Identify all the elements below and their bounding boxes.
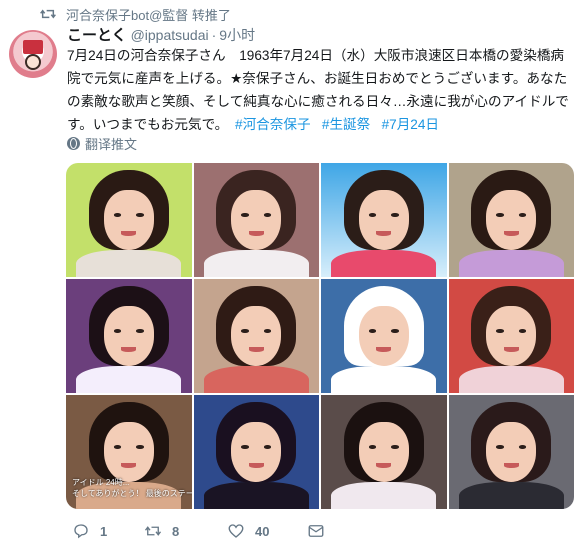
retweet-button[interactable]: 8 [144,518,179,544]
photo-tile[interactable] [448,279,574,393]
avatar-face [25,54,41,70]
reply-button[interactable]: 1 [72,518,107,544]
translate-tweet-link[interactable]: 翻译推文 [67,134,137,152]
retweet-icon [40,9,56,19]
photo-tile[interactable] [193,163,319,277]
direct-message-button[interactable] [307,518,335,544]
tweet-actions: 1 8 40 [67,518,367,544]
photo-tile[interactable] [66,279,192,393]
photo-tile[interactable] [448,163,574,277]
photo-tile[interactable] [193,279,319,393]
retweet-count: 8 [172,523,180,539]
tweet-timestamp[interactable]: 9小时 [219,25,255,45]
avatar-badge [23,40,43,54]
author-handle[interactable]: @ippatsudai [131,27,209,43]
photo-tile[interactable] [193,395,319,509]
hashtag-link[interactable]: #7月24日 [382,117,439,132]
avatar[interactable] [9,30,57,78]
reply-count: 1 [100,523,108,539]
header-separator: · [211,27,217,43]
photo-collage[interactable]: アイドル 24時... そしてありがとう！ 最後のステージで [66,163,574,509]
author-name[interactable]: こーとく [67,24,127,45]
heart-icon [228,524,244,538]
photo-tile[interactable] [448,395,574,509]
reply-icon [74,524,88,539]
like-count: 40 [255,523,270,539]
retweet-icon [144,526,162,536]
photo-tile[interactable] [66,163,192,277]
hashtag-link[interactable]: #生誕祭 [322,117,370,132]
mail-icon [308,525,324,537]
retweeted-by-text: 河合奈保子bot@監督 转推了 [66,7,231,23]
video-caption: アイドル 24時... そしてありがとう！ 最後のステージで [72,478,192,498]
photo-tile[interactable] [321,279,447,393]
translate-label: 翻译推文 [85,136,138,152]
globe-icon [67,136,80,150]
hashtag-link[interactable]: #河合奈保子 [235,117,311,132]
photo-tile[interactable] [321,395,447,509]
tweet-text: 7月24日の河合奈保子さん 1963年7月24日（水）大阪市浪速区日本橋の愛染橋… [67,44,572,136]
like-button[interactable]: 40 [227,518,269,544]
tweet-header: こーとく @ippatsudai · 9小时 [67,24,255,44]
retweeted-by-bar[interactable]: 河合奈保子bot@監督 转推了 [40,4,231,24]
photo-tile[interactable] [321,163,447,277]
tweet-body: 7月24日の河合奈保子さん 1963年7月24日（水）大阪市浪速区日本橋の愛染橋… [67,48,569,132]
photo-tile[interactable]: アイドル 24時... そしてありがとう！ 最後のステージで [66,395,192,509]
